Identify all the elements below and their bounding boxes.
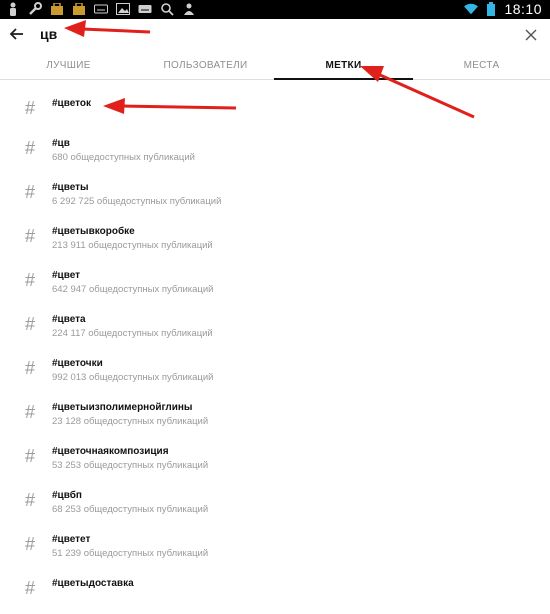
tag-count: 642 947 общедоступных публикаций (52, 284, 214, 295)
list-item[interactable]: # #цвет 642 947 общедоступных публикаций (0, 262, 550, 306)
hashtag-icon: # (25, 446, 36, 466)
tag-count: 992 013 общедоступных публикаций (52, 372, 214, 383)
hashtag-icon: # (25, 490, 36, 510)
hashtag-icon: # (25, 138, 36, 158)
tab-top[interactable]: ЛУЧШИЕ (0, 51, 137, 79)
hashtag-icon: # (25, 358, 36, 378)
tag-name: #цветывкоробке (52, 226, 135, 237)
tag-count: 53 253 общедоступных публикаций (52, 460, 209, 471)
tag-count: 213 911 общедоступных публикаций (52, 240, 213, 251)
tab-places[interactable]: МЕСТА (413, 51, 550, 79)
tag-name: #цветыизполимернойглины (52, 402, 193, 413)
tag-count: 6 292 725 общедоступных публикаций (52, 196, 222, 207)
hashtag-icon: # (25, 226, 36, 246)
search-input[interactable]: цв (40, 26, 57, 42)
close-icon[interactable] (524, 28, 538, 42)
tab-bar: ЛУЧШИЕ ПОЛЬЗОВАТЕЛИ МЕТКИ МЕСТА (0, 51, 550, 80)
keyboard-icon (94, 2, 108, 16)
tag-name: #цвбп (52, 490, 82, 501)
hashtag-icon: # (25, 182, 36, 202)
list-item[interactable]: # #цветочнаякомпозиция 53 253 общедоступ… (0, 438, 550, 482)
tag-count: 23 128 общедоступных публикаций (52, 416, 209, 427)
search-icon (160, 2, 174, 16)
tag-name: #цветочнаякомпозиция (52, 446, 169, 457)
wifi-icon (464, 2, 479, 16)
tag-count: 68 253 общедоступных публикаций (52, 504, 209, 515)
tag-count: 224 117 общедоступных публикаций (52, 328, 213, 339)
list-item[interactable]: # #цветочки 992 013 общедоступных публик… (0, 350, 550, 394)
person-icon (182, 2, 196, 16)
list-item[interactable]: # #цветет 51 239 общедоступных публикаци… (0, 526, 550, 570)
bag-icon (72, 2, 86, 16)
status-bar-notifications (6, 2, 196, 16)
battery-icon (484, 2, 498, 16)
list-item[interactable]: # #цвбп 68 253 общедоступных публикаций (0, 482, 550, 526)
tab-users[interactable]: ПОЛЬЗОВАТЕЛИ (137, 51, 274, 79)
tab-tags[interactable]: МЕТКИ (274, 51, 413, 79)
clock: 18:10 (504, 1, 542, 17)
hashtag-icon: # (25, 534, 36, 554)
list-item[interactable]: # #цветыдоставка (0, 570, 550, 614)
hashtag-icon: # (25, 314, 36, 334)
tag-count: 680 общедоступных публикаций (52, 152, 195, 163)
list-item[interactable]: # #цветывкоробке 213 911 общедоступных п… (0, 218, 550, 262)
list-item[interactable]: # #цвета 224 117 общедоступных публикаци… (0, 306, 550, 350)
keyboard-icon (138, 2, 152, 16)
tag-name: #цветет (52, 534, 91, 545)
tag-name: #цвет (52, 270, 81, 281)
status-bar-system: 18:10 (464, 1, 542, 17)
list-item[interactable]: # #цветыизполимернойглины 23 128 общедос… (0, 394, 550, 438)
list-item[interactable]: # #цветок (0, 90, 550, 134)
tag-name: #цветыдоставка (52, 578, 134, 589)
wrench-icon (28, 2, 42, 16)
person-icon (6, 2, 20, 16)
tag-name: #цветок (52, 98, 92, 109)
tag-name: #цвета (52, 314, 86, 325)
active-tab-indicator (274, 78, 413, 80)
tag-name: #цветочки (52, 358, 103, 369)
bag-icon (50, 2, 64, 16)
list-item[interactable]: # #цв 680 общедоступных публикаций (0, 130, 550, 174)
list-item[interactable]: # #цветы 6 292 725 общедоступных публика… (0, 174, 550, 218)
hashtag-icon: # (25, 98, 36, 118)
back-arrow-icon[interactable] (8, 25, 26, 43)
tag-name: #цв (52, 138, 70, 149)
tag-count: 51 239 общедоступных публикаций (52, 548, 209, 559)
hashtag-icon: # (25, 402, 36, 422)
hashtag-icon: # (25, 270, 36, 290)
status-bar: 18:10 (0, 0, 550, 19)
search-bar: цв (0, 19, 550, 51)
hashtag-icon: # (25, 578, 36, 598)
image-icon (116, 2, 130, 16)
tag-name: #цветы (52, 182, 89, 193)
